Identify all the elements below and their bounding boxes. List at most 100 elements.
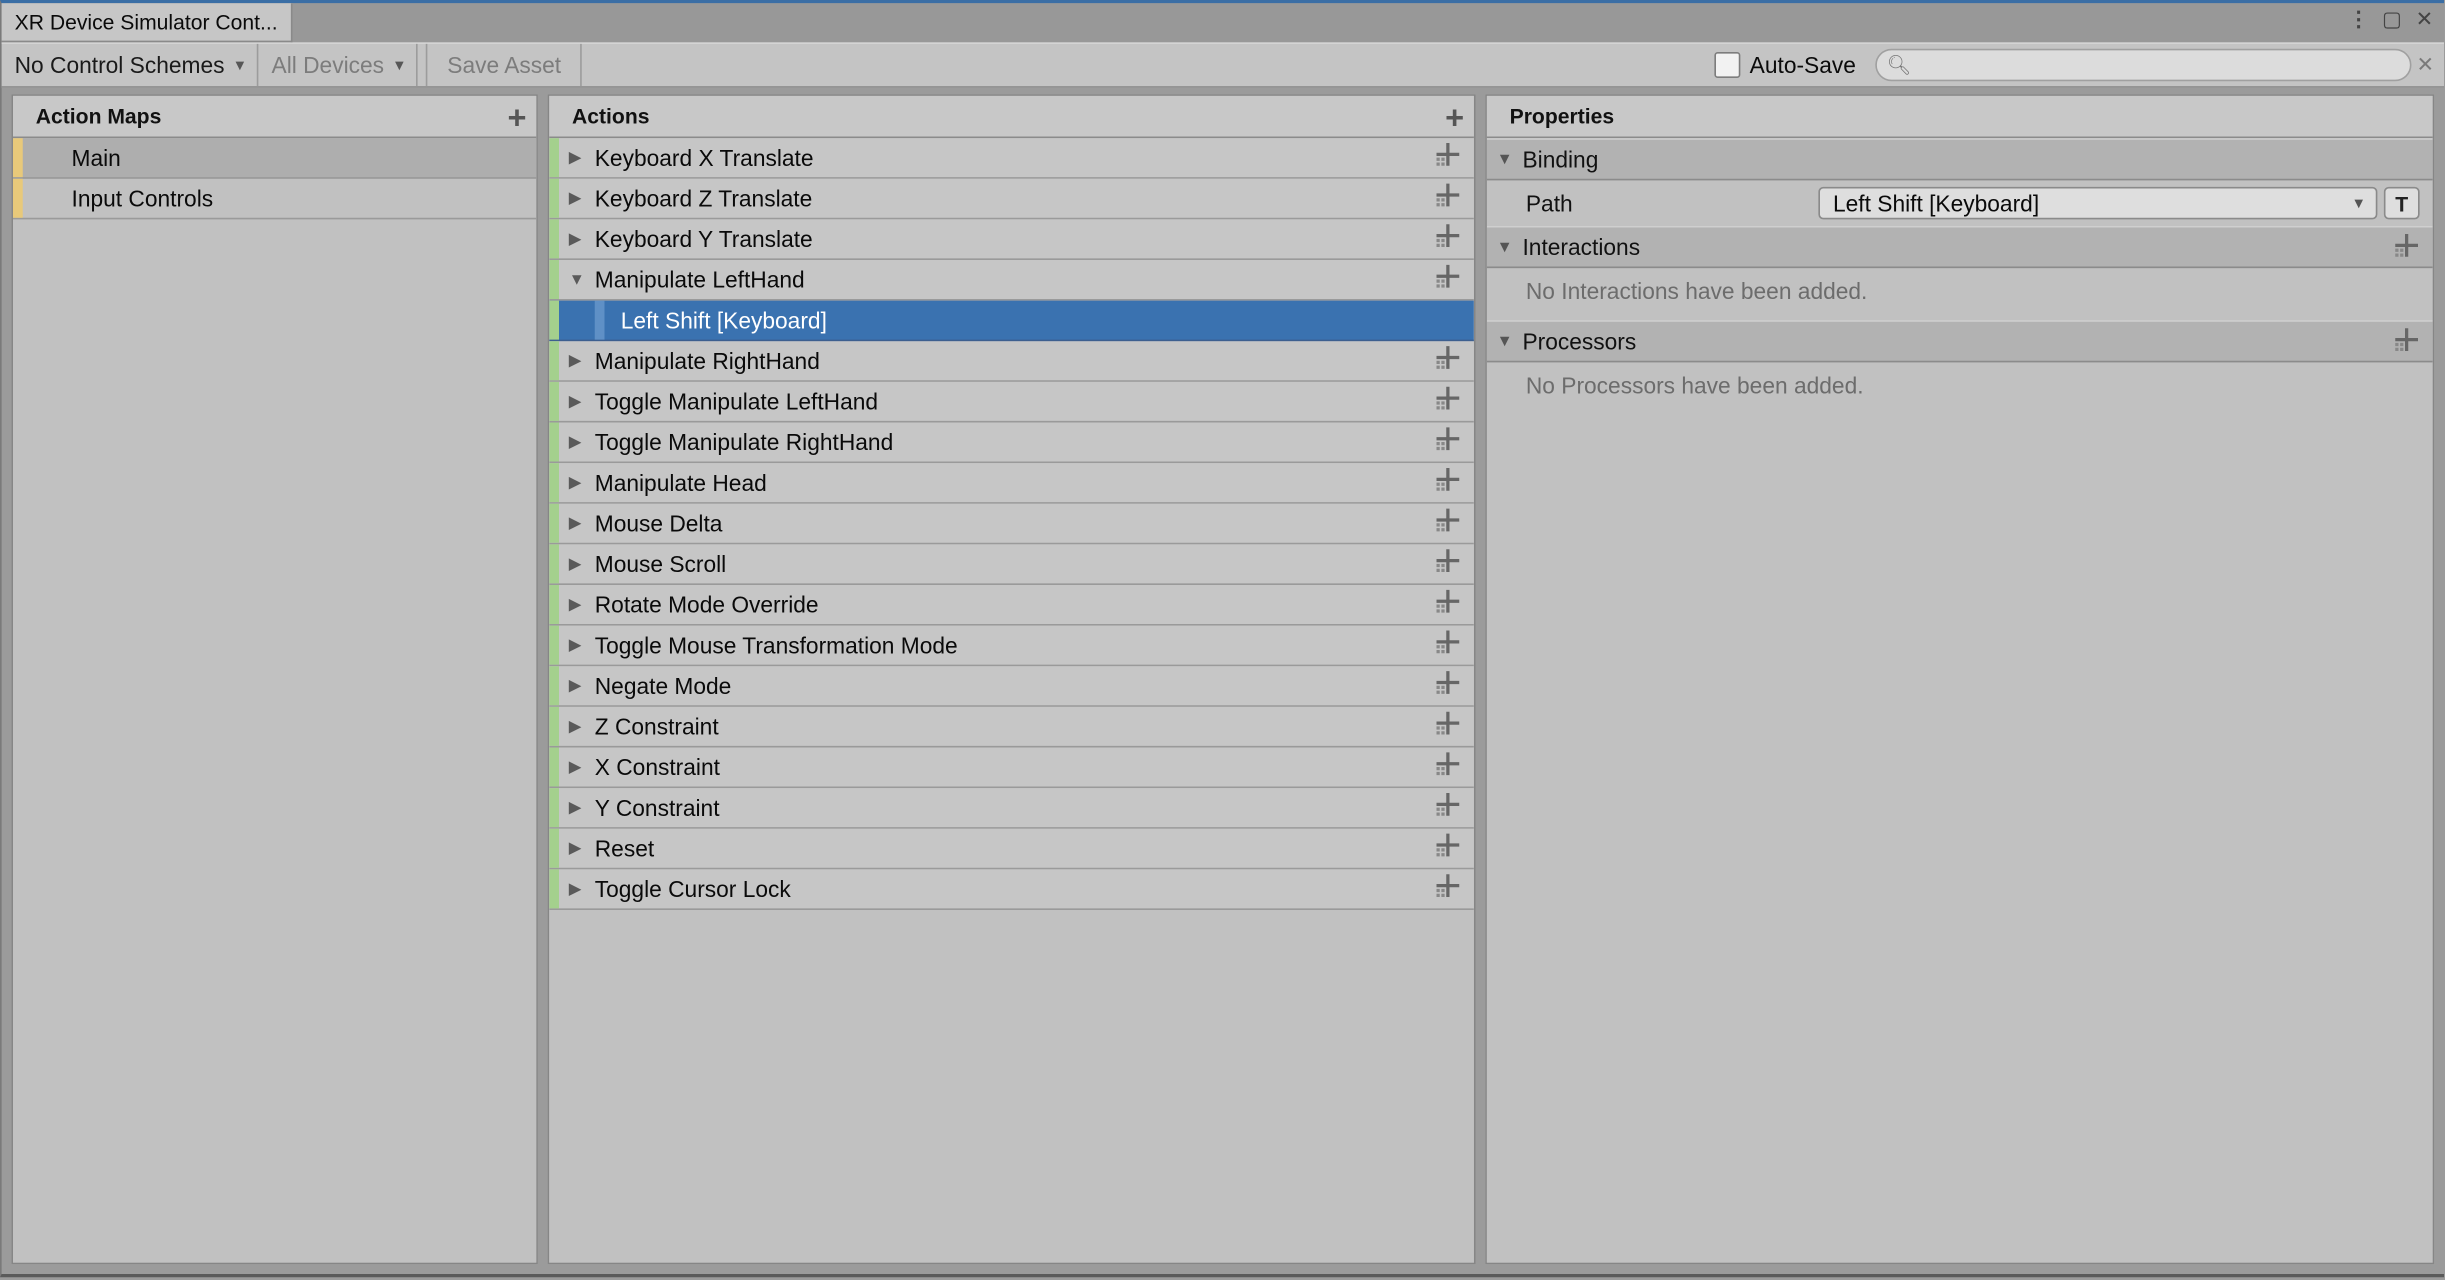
- close-icon[interactable]: ✕: [2412, 7, 2438, 33]
- color-stripe: [595, 301, 605, 340]
- chevron-right-icon[interactable]: ▶: [569, 433, 585, 451]
- interactions-empty: No Interactions have been added.: [1487, 268, 2433, 320]
- chevron-right-icon[interactable]: ▶: [569, 514, 585, 532]
- action-row[interactable]: ▶X Constraint: [549, 748, 1474, 789]
- chevron-right-icon[interactable]: ▶: [569, 880, 585, 898]
- add-binding-button[interactable]: [1435, 182, 1461, 213]
- add-binding-button[interactable]: [1435, 466, 1461, 497]
- search-field[interactable]: [1918, 53, 2400, 77]
- actions-panel: Actions + ▶Keyboard X Translate▶Keyboard…: [548, 94, 1476, 1264]
- chevron-right-icon[interactable]: ▶: [569, 474, 585, 492]
- path-value: Left Shift [Keyboard]: [1833, 190, 2039, 216]
- action-label: Manipulate Head: [592, 470, 767, 496]
- action-row[interactable]: ▶Keyboard Y Translate: [549, 219, 1474, 260]
- action-label: Y Constraint: [592, 795, 720, 821]
- action-row[interactable]: ▶Keyboard X Translate: [549, 138, 1474, 179]
- action-row[interactable]: ▶Keyboard Z Translate: [549, 179, 1474, 220]
- chevron-right-icon[interactable]: ▶: [569, 149, 585, 167]
- chevron-right-icon[interactable]: ▶: [569, 677, 585, 695]
- clear-search-icon[interactable]: ✕: [2417, 52, 2435, 78]
- action-row[interactable]: ▶Mouse Scroll: [549, 544, 1474, 585]
- add-binding-button[interactable]: [1435, 791, 1461, 822]
- action-row[interactable]: ▶ Toggle Mouse Transformation Mode: [549, 626, 1474, 667]
- add-binding-button[interactable]: [1435, 548, 1461, 579]
- chevron-right-icon[interactable]: ▶: [569, 555, 585, 573]
- action-row[interactable]: ▶Mouse Delta: [549, 504, 1474, 545]
- auto-save-toggle[interactable]: Auto-Save: [1701, 44, 1869, 86]
- add-binding-button[interactable]: [1435, 670, 1461, 701]
- context-menu-icon[interactable]: ⋮: [2347, 7, 2373, 33]
- maximize-icon[interactable]: ▢: [2379, 7, 2405, 33]
- add-binding-button[interactable]: [1435, 832, 1461, 863]
- color-stripe: [13, 179, 23, 218]
- add-binding-button[interactable]: [1435, 263, 1461, 294]
- chevron-right-icon[interactable]: ▶: [569, 352, 585, 370]
- chevron-down-icon[interactable]: ▼: [569, 271, 585, 289]
- action-row[interactable]: ▶Toggle Cursor Lock: [549, 869, 1474, 910]
- control-schemes-dropdown[interactable]: No Control Schemes ▼: [2, 44, 259, 86]
- add-interaction-button[interactable]: [2394, 232, 2420, 263]
- plus-icon: [1435, 345, 1461, 371]
- chevron-right-icon[interactable]: ▶: [569, 799, 585, 817]
- action-row[interactable]: ▶ Manipulate Head: [549, 463, 1474, 504]
- add-action-map-button[interactable]: +: [508, 101, 527, 138]
- add-binding-button[interactable]: [1435, 507, 1461, 538]
- chevron-right-icon[interactable]: ▶: [569, 839, 585, 857]
- action-label: Toggle Mouse Transformation Mode: [592, 632, 958, 658]
- action-label: Toggle Manipulate LeftHand: [592, 388, 879, 414]
- input-actions-window: XR Device Simulator Cont... ⋮ ▢ ✕ No Con…: [0, 0, 2444, 1277]
- add-binding-button[interactable]: [1435, 223, 1461, 254]
- add-binding-button[interactable]: [1435, 710, 1461, 741]
- action-map-label: Input Controls: [23, 185, 213, 211]
- chevron-right-icon[interactable]: ▶: [569, 717, 585, 735]
- chevron-right-icon[interactable]: ▶: [569, 596, 585, 614]
- action-row[interactable]: ▶Negate Mode: [549, 666, 1474, 707]
- binding-row[interactable]: Left Shift [Keyboard]: [549, 301, 1474, 342]
- add-processor-button[interactable]: [2394, 326, 2420, 357]
- add-binding-button[interactable]: [1435, 588, 1461, 619]
- add-action-button[interactable]: +: [1445, 101, 1464, 138]
- action-row[interactable]: ▼Manipulate LeftHand: [549, 260, 1474, 301]
- add-binding-button[interactable]: [1435, 426, 1461, 457]
- color-stripe: [549, 219, 559, 258]
- chevron-right-icon[interactable]: ▶: [569, 230, 585, 248]
- processors-section-header[interactable]: ▼ Processors: [1487, 320, 2433, 362]
- action-map-row[interactable]: Input Controls: [13, 179, 536, 220]
- action-row[interactable]: ▶Toggle Manipulate RightHand: [549, 423, 1474, 464]
- action-row[interactable]: ▶Manipulate RightHand: [549, 341, 1474, 382]
- plus-icon: [1435, 385, 1461, 411]
- action-row[interactable]: ▶ Toggle Manipulate LeftHand: [549, 382, 1474, 423]
- chevron-right-icon[interactable]: ▶: [569, 189, 585, 207]
- action-maps-list: Main Input Controls: [13, 138, 536, 1263]
- listen-button[interactable]: T: [2384, 187, 2420, 220]
- plus-icon: [1435, 873, 1461, 899]
- add-binding-button[interactable]: [1435, 629, 1461, 660]
- color-stripe: [549, 585, 559, 624]
- action-row[interactable]: ▶ Y Constraint: [549, 788, 1474, 829]
- color-stripe: [13, 138, 23, 177]
- add-binding-button[interactable]: [1435, 751, 1461, 782]
- action-row[interactable]: ▶Reset: [549, 829, 1474, 870]
- save-asset-button[interactable]: Save Asset: [428, 44, 582, 86]
- chevron-right-icon[interactable]: ▶: [569, 392, 585, 410]
- search-input[interactable]: 🔍︎: [1875, 49, 2411, 82]
- add-binding-button[interactable]: [1435, 385, 1461, 416]
- action-map-row[interactable]: Main: [13, 138, 536, 179]
- action-row[interactable]: ▶Rotate Mode Override: [549, 585, 1474, 626]
- chevron-right-icon[interactable]: ▶: [569, 636, 585, 654]
- binding-section-header[interactable]: ▼ Binding: [1487, 138, 2433, 180]
- asset-tab[interactable]: XR Device Simulator Cont...: [2, 3, 293, 42]
- path-label: Path: [1526, 190, 1819, 216]
- path-dropdown[interactable]: Left Shift [Keyboard] ▼: [1818, 187, 2377, 220]
- chevron-right-icon[interactable]: ▶: [569, 758, 585, 776]
- add-binding-button[interactable]: [1435, 141, 1461, 172]
- color-stripe: [549, 382, 559, 421]
- action-row[interactable]: ▶Z Constraint: [549, 707, 1474, 748]
- color-stripe: [549, 788, 559, 827]
- devices-dropdown[interactable]: All Devices ▼: [259, 44, 419, 86]
- plus-icon: [1435, 223, 1461, 249]
- add-binding-button[interactable]: [1435, 345, 1461, 376]
- add-binding-button[interactable]: [1435, 873, 1461, 904]
- interactions-section-header[interactable]: ▼ Interactions: [1487, 226, 2433, 268]
- plus-icon: [1435, 751, 1461, 777]
